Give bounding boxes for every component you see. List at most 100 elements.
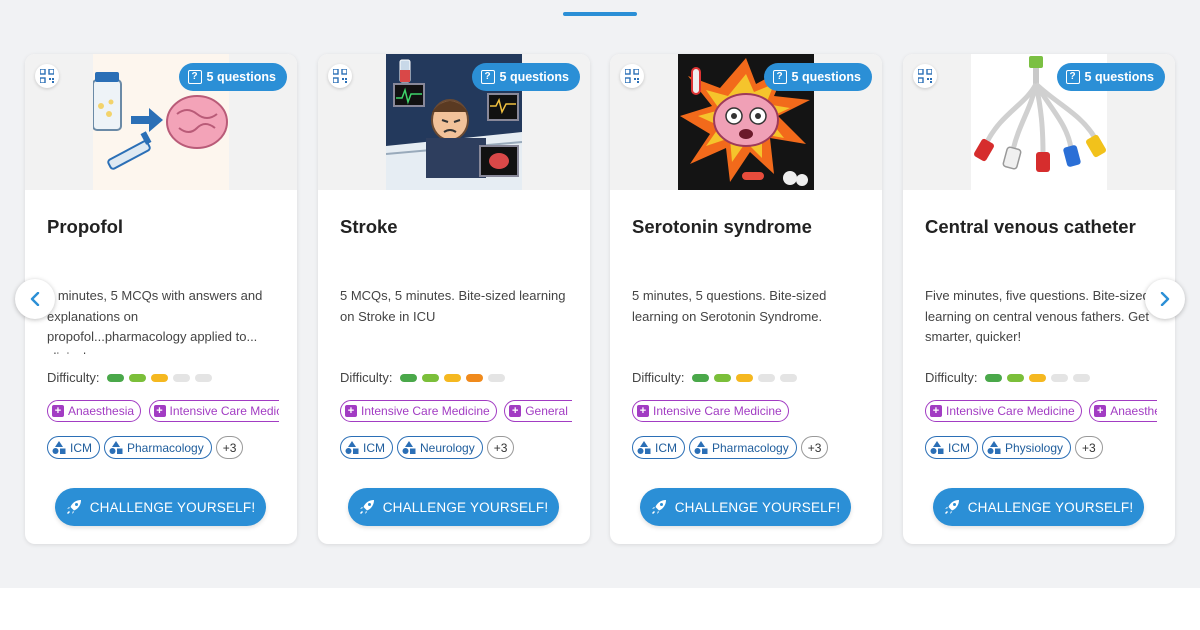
- topic-tags: ICM Physiology +3: [925, 436, 1103, 459]
- difficulty-pill: [1028, 373, 1046, 382]
- topic-tags: ICM Neurology +3: [340, 436, 515, 459]
- card-description: Five minutes, five questions. Bite-sized…: [925, 288, 1150, 344]
- specialty-tag-label: General I: [525, 404, 572, 418]
- badge-label: 5 questions: [791, 70, 861, 84]
- difficulty-label: Difficulty:: [47, 370, 100, 385]
- quiz-card[interactable]: ? 5 questions Propofol 5 minutes, 5 MCQs…: [25, 54, 297, 544]
- specialty-tag[interactable]: + Intensive Care Medic: [148, 400, 279, 422]
- difficulty-pill: [779, 373, 797, 382]
- specialty-tags: + Intensive Care Medicine + Anaesthe: [925, 400, 1157, 424]
- specialty-tag[interactable]: + Anaesthesia: [47, 400, 142, 422]
- qr-code-icon[interactable]: [35, 64, 59, 88]
- badge-label: 5 questions: [206, 70, 276, 84]
- topic-tag-label: Neurology: [420, 440, 475, 455]
- card-image: ? 5 questions: [318, 54, 590, 190]
- difficulty-pill: [1050, 373, 1068, 382]
- shapes-icon: [694, 441, 708, 454]
- cta-label: CHALLENGE YOURSELF!: [382, 499, 549, 515]
- card-title[interactable]: Propofol: [47, 216, 123, 238]
- topic-tag[interactable]: Pharmacology: [104, 436, 212, 459]
- card-description: 5 minutes, 5 MCQs with answers and expla…: [47, 288, 263, 354]
- badge-label: 5 questions: [499, 70, 569, 84]
- topic-tag[interactable]: Pharmacology: [689, 436, 797, 459]
- chevron-left-icon: [30, 292, 40, 306]
- topic-tags: ICM Pharmacology +3: [47, 436, 244, 459]
- card-title[interactable]: Stroke: [340, 216, 398, 238]
- difficulty-label: Difficulty:: [925, 370, 978, 385]
- qr-code-icon[interactable]: [328, 64, 352, 88]
- difficulty-label: Difficulty:: [632, 370, 685, 385]
- card-image: ? 5 questions: [25, 54, 297, 190]
- specialty-tag[interactable]: + Intensive Care Medicine: [340, 400, 497, 422]
- question-box-icon: ?: [772, 70, 787, 84]
- card-title[interactable]: Serotonin syndrome: [632, 216, 812, 238]
- difficulty-pill: [1006, 373, 1024, 382]
- topic-tag-label: Physiology: [1005, 440, 1064, 455]
- difficulty-pill: [128, 373, 146, 382]
- difficulty-pill: [172, 373, 190, 382]
- difficulty-pill: [399, 373, 417, 382]
- topic-tag-label: Pharmacology: [712, 440, 789, 455]
- difficulty-pill: [1072, 373, 1090, 382]
- difficulty-meter: Difficulty:: [632, 370, 802, 385]
- more-tags-button[interactable]: +3: [1075, 436, 1103, 459]
- topic-tag[interactable]: Neurology: [397, 436, 483, 459]
- specialty-tag[interactable]: + General I: [504, 400, 572, 422]
- carousel-prev-button[interactable]: [15, 279, 55, 319]
- specialty-tags: + Anaesthesia + Intensive Care Medic: [47, 400, 279, 424]
- questions-count-badge: ? 5 questions: [1056, 63, 1165, 91]
- section-heading-underline: [563, 12, 637, 16]
- topic-tag-label: ICM: [948, 440, 970, 455]
- card-title[interactable]: Central venous catheter: [925, 216, 1136, 238]
- topic-tag-label: Pharmacology: [127, 440, 204, 455]
- qr-code-icon[interactable]: [620, 64, 644, 88]
- shapes-icon: [52, 441, 66, 454]
- card-description: 5 minutes, 5 questions. Bite-sized learn…: [632, 288, 827, 324]
- specialty-tag-label: Intensive Care Medicine: [361, 404, 490, 418]
- difficulty-pill: [150, 373, 168, 382]
- specialty-tag-label: Anaesthe: [1110, 404, 1157, 418]
- shapes-icon: [345, 441, 359, 454]
- topic-tag[interactable]: ICM: [47, 436, 100, 459]
- specialty-tag[interactable]: + Anaesthe: [1089, 400, 1157, 422]
- topic-tag-label: ICM: [70, 440, 92, 455]
- plus-square-icon: +: [930, 405, 942, 417]
- card-description: 5 MCQs, 5 minutes. Bite-sized learning o…: [340, 288, 566, 324]
- quiz-card[interactable]: ? 5 questions Serotonin syndrome 5 minut…: [610, 54, 882, 544]
- specialty-tag[interactable]: + Intensive Care Medicine: [925, 400, 1082, 422]
- specialty-tag[interactable]: + Intensive Care Medicine: [632, 400, 789, 422]
- rocket-icon: [359, 500, 374, 515]
- difficulty-pill: [194, 373, 212, 382]
- quiz-card[interactable]: ? 5 questions Central venous catheter Fi…: [903, 54, 1175, 544]
- plus-square-icon: +: [637, 405, 649, 417]
- questions-count-badge: ? 5 questions: [763, 63, 872, 91]
- qr-code-icon[interactable]: [913, 64, 937, 88]
- difficulty-pill: [984, 373, 1002, 382]
- plus-square-icon: +: [1094, 405, 1107, 417]
- quiz-card[interactable]: ? 5 questions Stroke 5 MCQs, 5 minutes. …: [318, 54, 590, 544]
- topic-tag[interactable]: ICM: [340, 436, 393, 459]
- chevron-right-icon: [1160, 292, 1170, 306]
- shapes-icon: [402, 441, 416, 454]
- challenge-yourself-button[interactable]: CHALLENGE YOURSELF!: [933, 488, 1144, 526]
- card-image: ? 5 questions: [903, 54, 1175, 190]
- difficulty-pill: [487, 373, 505, 382]
- cta-label: CHALLENGE YOURSELF!: [967, 499, 1134, 515]
- plus-square-icon: +: [509, 405, 522, 417]
- topic-tag[interactable]: Physiology: [982, 436, 1072, 459]
- difficulty-label: Difficulty:: [340, 370, 393, 385]
- challenge-yourself-button[interactable]: CHALLENGE YOURSELF!: [348, 488, 559, 526]
- more-tags-button[interactable]: +3: [800, 436, 829, 459]
- topic-tag[interactable]: ICM: [925, 436, 978, 459]
- questions-count-badge: ? 5 questions: [471, 63, 580, 91]
- challenge-yourself-button[interactable]: CHALLENGE YOURSELF!: [640, 488, 851, 526]
- challenge-yourself-button[interactable]: CHALLENGE YOURSELF!: [55, 488, 266, 526]
- topic-tag[interactable]: ICM: [632, 436, 685, 459]
- rocket-icon: [651, 500, 666, 515]
- more-tags-button[interactable]: +3: [215, 436, 244, 459]
- carousel-next-button[interactable]: [1145, 279, 1185, 319]
- shapes-icon: [637, 441, 651, 454]
- cta-label: CHALLENGE YOURSELF!: [89, 499, 256, 515]
- difficulty-meter: Difficulty:: [340, 370, 510, 385]
- more-tags-button[interactable]: +3: [486, 436, 515, 459]
